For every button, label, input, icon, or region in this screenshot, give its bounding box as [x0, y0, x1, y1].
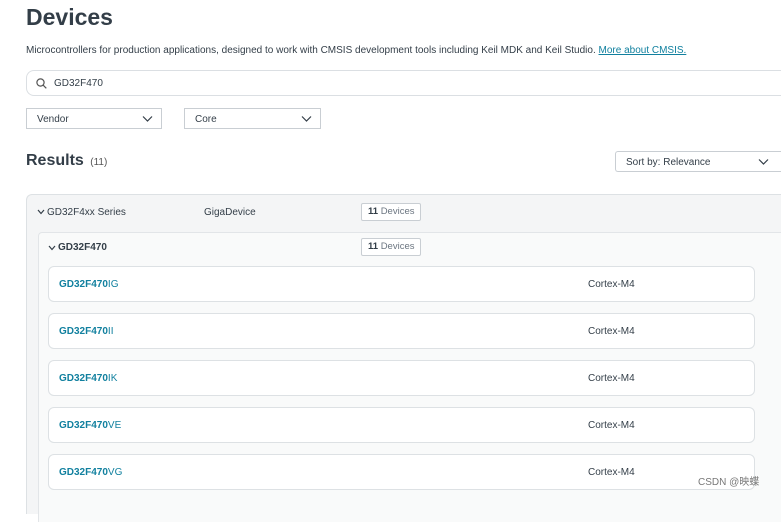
chevron-down-icon[interactable]: [37, 209, 45, 215]
vendor-dropdown-label: Vendor: [37, 114, 69, 125]
chevron-down-icon: [142, 116, 153, 122]
sort-dropdown[interactable]: Sort by: Relevance: [615, 151, 781, 172]
series-device-count-badge: 11 Devices: [361, 203, 422, 221]
series-vendor: GigaDevice: [204, 207, 256, 218]
core-dropdown[interactable]: Core: [184, 108, 321, 129]
badge-count: 11: [368, 241, 379, 252]
family-name[interactable]: GD32F470: [58, 242, 107, 253]
sort-dropdown-label: Sort by: Relevance: [626, 157, 711, 168]
more-about-cmsis-link[interactable]: More about CMSIS.: [599, 45, 687, 56]
watermark: CSDN @映蝶: [698, 477, 760, 488]
device-name-link[interactable]: GD32F470VG: [59, 467, 122, 478]
family-device-count-badge: 11 Devices: [361, 238, 422, 256]
badge-text: Devices: [380, 206, 415, 217]
results-title: Results: [26, 152, 84, 169]
device-name-link[interactable]: GD32F470VE: [59, 420, 121, 431]
results-count: (11): [90, 157, 108, 168]
device-card[interactable]: GD32F470VE Cortex-M4: [48, 407, 755, 443]
page-title: Devices: [26, 4, 113, 30]
description-text: Microcontrollers for production applicat…: [26, 45, 596, 56]
search-icon: [36, 78, 47, 89]
search-value[interactable]: GD32F470: [54, 78, 103, 89]
chevron-down-icon: [301, 116, 312, 122]
chevron-down-icon: [758, 159, 769, 165]
device-card[interactable]: GD32F470VG Cortex-M4: [48, 454, 755, 490]
core-dropdown-label: Core: [195, 114, 217, 125]
page-description: Microcontrollers for production applicat…: [26, 45, 686, 56]
device-core: Cortex-M4: [588, 279, 635, 290]
device-card[interactable]: GD32F470IK Cortex-M4: [48, 360, 755, 396]
device-card[interactable]: GD32F470II Cortex-M4: [48, 313, 755, 349]
device-name-link[interactable]: GD32F470IK: [59, 373, 117, 384]
badge-text: Devices: [380, 241, 415, 252]
chevron-down-icon[interactable]: [48, 245, 56, 251]
results-heading: Results (11): [26, 152, 107, 170]
device-name-link[interactable]: GD32F470IG: [59, 279, 118, 290]
device-name-link[interactable]: GD32F470II: [59, 326, 113, 337]
device-core: Cortex-M4: [588, 326, 635, 337]
device-core: Cortex-M4: [588, 467, 635, 478]
device-core: Cortex-M4: [588, 420, 635, 431]
search-input[interactable]: GD32F470: [26, 70, 781, 96]
vendor-dropdown[interactable]: Vendor: [26, 108, 162, 129]
series-name[interactable]: GD32F4xx Series: [47, 207, 126, 218]
device-core: Cortex-M4: [588, 373, 635, 384]
device-card[interactable]: GD32F470IG Cortex-M4: [48, 266, 755, 302]
badge-count: 11: [368, 206, 379, 217]
